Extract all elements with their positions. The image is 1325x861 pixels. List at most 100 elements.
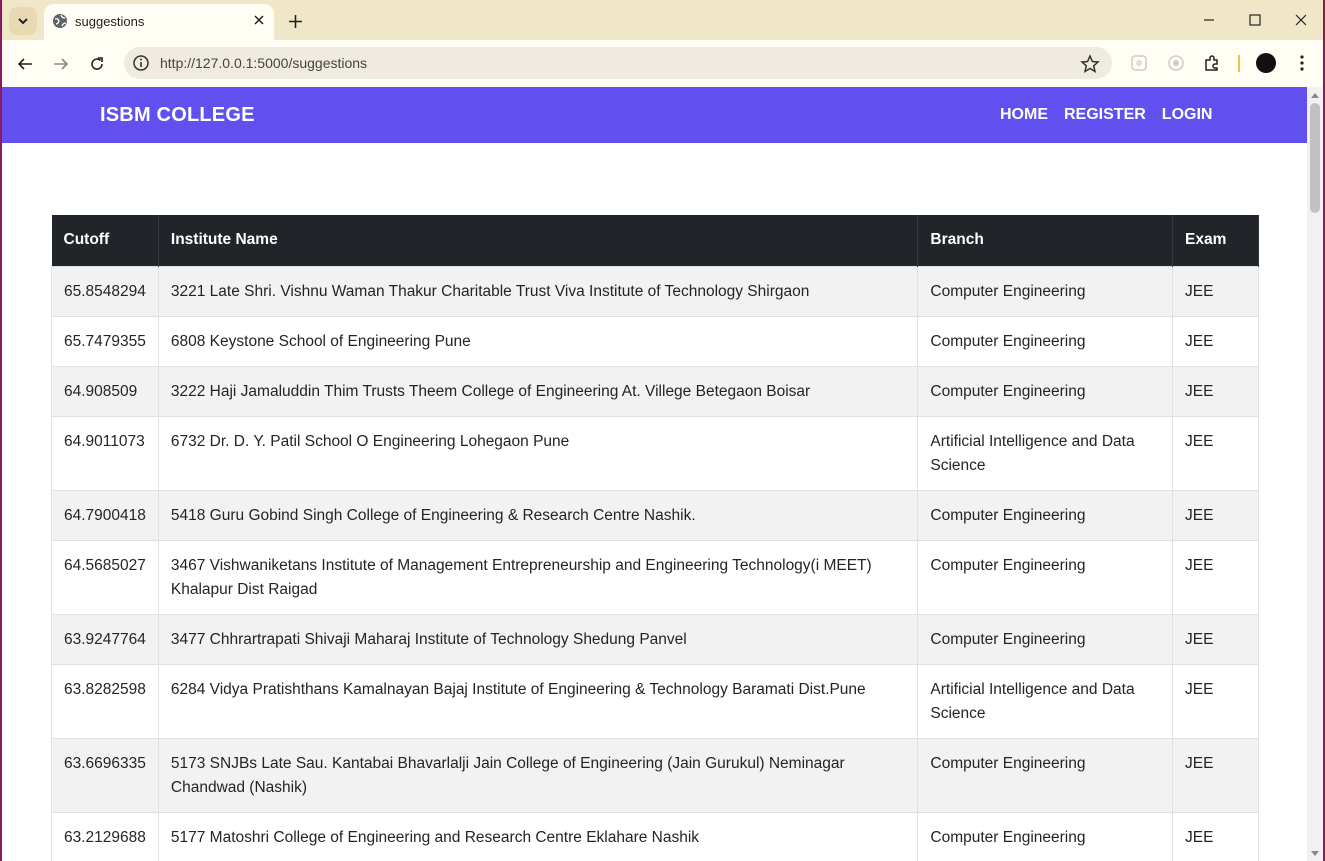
branch-cell: Computer Engineering <box>917 489 1174 541</box>
cutoff-cell: 64.9011073 <box>51 415 159 491</box>
browser-tab[interactable]: suggestions <box>44 4 274 40</box>
toolbar-separator <box>1238 55 1240 72</box>
exam-cell: JEE <box>1172 539 1259 615</box>
close-icon <box>254 15 264 25</box>
table-row: 63.2129688 5177 Matoshri College of Engi… <box>51 811 1259 861</box>
url-text[interactable]: http://127.0.0.1:5000/suggestions <box>160 55 367 71</box>
minimize-button[interactable] <box>1197 8 1221 32</box>
extensions-button[interactable] <box>1201 52 1223 74</box>
institute-cell: 3221 Late Shri. Vishnu Waman Thakur Char… <box>157 265 919 317</box>
caret-down-icon <box>1311 850 1319 856</box>
extension-icon <box>1168 55 1184 71</box>
column-header-cutoff: Cutoff <box>51 215 159 266</box>
institute-cell: 6732 Dr. D. Y. Patil School O Engineerin… <box>157 415 919 491</box>
puzzle-icon <box>1205 55 1218 71</box>
cutoff-cell: 63.2129688 <box>51 811 159 861</box>
branch-cell: Computer Engineering <box>917 315 1174 367</box>
more-vertical-icon <box>1300 55 1304 71</box>
globe-icon <box>53 14 67 28</box>
maximize-button[interactable] <box>1243 8 1267 32</box>
exam-cell: JEE <box>1172 489 1259 541</box>
institute-cell: 5418 Guru Gobind Singh College of Engine… <box>157 489 919 541</box>
cutoff-cell: 65.8548294 <box>51 265 159 317</box>
star-icon[interactable] <box>1079 53 1101 75</box>
branch-cell: Artificial Intelligence and Data Science <box>917 663 1174 739</box>
institute-cell: 6808 Keystone School of Engineering Pune <box>157 315 919 367</box>
cutoff-cell: 63.8282598 <box>51 663 159 739</box>
extension-icon <box>1131 55 1147 71</box>
cutoff-cell: 63.9247764 <box>51 613 159 665</box>
reload-icon <box>91 57 103 70</box>
nav-home-link[interactable]: HOME <box>1000 106 1048 124</box>
address-bar[interactable]: http://127.0.0.1:5000/suggestions <box>124 47 1112 79</box>
table-row: 64.908509 3222 Haji Jamaluddin Thim Trus… <box>51 365 1259 417</box>
institute-cell: 3477 Chhrartrapati Shivaji Maharaj Insti… <box>157 613 919 665</box>
cutoff-cell: 65.7479355 <box>51 315 159 367</box>
column-header-institute: Institute Name <box>158 215 919 266</box>
back-button[interactable] <box>11 50 39 78</box>
forward-button[interactable] <box>47 50 75 78</box>
cutoff-cell: 63.6696335 <box>51 737 159 813</box>
table-row: 64.5685027 3467 Vishwaniketans Institute… <box>51 539 1259 615</box>
branch-cell: Computer Engineering <box>917 265 1174 317</box>
cutoff-cell: 64.5685027 <box>51 539 159 615</box>
web-page: ISBM COLLEGE HOME REGISTER LOGIN Cutoff … <box>2 87 1308 861</box>
nav-login-link[interactable]: LOGIN <box>1162 106 1213 124</box>
table-row: 64.9011073 6732 Dr. D. Y. Patil School O… <box>51 415 1259 491</box>
table-row: 63.8282598 6284 Vidya Pratishthans Kamal… <box>51 663 1259 739</box>
browser-toolbar: http://127.0.0.1:5000/suggestions <box>0 40 1325 87</box>
extension-icon-2[interactable] <box>1165 52 1187 74</box>
exam-cell: JEE <box>1172 811 1259 861</box>
institute-cell: 5173 SNJBs Late Sau. Kantabai Bhavarlalj… <box>157 737 919 813</box>
table-row: 65.7479355 6808 Keystone School of Engin… <box>51 315 1259 367</box>
reload-button[interactable] <box>83 50 111 78</box>
close-icon <box>1295 14 1307 26</box>
profile-avatar[interactable] <box>1256 53 1276 73</box>
plus-icon <box>288 14 302 28</box>
window-frame-left <box>0 0 2 861</box>
tab-close-button[interactable] <box>249 10 269 30</box>
institute-cell: 5177 Matoshri College of Engineering and… <box>157 811 919 861</box>
table-header-row: Cutoff Institute Name Branch Exam <box>51 215 1259 266</box>
info-icon[interactable] <box>132 54 150 72</box>
minimize-icon <box>1204 19 1214 21</box>
caret-up-icon <box>1311 92 1319 98</box>
nav-links: HOME REGISTER LOGIN <box>1000 106 1212 124</box>
branch-cell: Computer Engineering <box>917 539 1174 615</box>
exam-cell: JEE <box>1172 737 1259 813</box>
menu-button[interactable] <box>1291 52 1313 74</box>
page-scrollbar[interactable] <box>1307 87 1323 861</box>
window-close-button[interactable] <box>1289 8 1313 32</box>
scroll-up-button[interactable] <box>1307 89 1323 101</box>
scrollbar-thumb[interactable] <box>1310 103 1320 213</box>
exam-cell: JEE <box>1172 315 1259 367</box>
table-row: 65.8548294 3221 Late Shri. Vishnu Waman … <box>51 265 1259 317</box>
scroll-down-button[interactable] <box>1307 847 1323 859</box>
table-row: 64.7900418 5418 Guru Gobind Singh Colleg… <box>51 489 1259 541</box>
exam-cell: JEE <box>1172 663 1259 739</box>
tab-title: suggestions <box>75 14 145 29</box>
branch-cell: Computer Engineering <box>917 737 1174 813</box>
extension-icon-1[interactable] <box>1128 52 1150 74</box>
exam-cell: JEE <box>1172 265 1259 317</box>
exam-cell: JEE <box>1172 613 1259 665</box>
new-tab-button[interactable] <box>283 9 307 33</box>
site-navbar: ISBM COLLEGE HOME REGISTER LOGIN <box>2 87 1308 143</box>
table-row: 63.9247764 3477 Chhrartrapati Shivaji Ma… <box>51 613 1259 665</box>
suggestions-table: Cutoff Institute Name Branch Exam 65.854… <box>51 215 1259 861</box>
arrow-left-icon <box>17 58 32 70</box>
column-header-exam: Exam <box>1172 215 1259 266</box>
exam-cell: JEE <box>1172 365 1259 417</box>
table-row: 63.6696335 5173 SNJBs Late Sau. Kantabai… <box>51 737 1259 813</box>
branch-cell: Artificial Intelligence and Data Science <box>917 415 1174 491</box>
cutoff-cell: 64.908509 <box>51 365 159 417</box>
tab-search-button[interactable] <box>9 7 37 35</box>
institute-cell: 3467 Vishwaniketans Institute of Managem… <box>157 539 919 615</box>
arrow-right-icon <box>54 58 69 70</box>
institute-cell: 6284 Vidya Pratishthans Kamalnayan Bajaj… <box>157 663 919 739</box>
site-brand[interactable]: ISBM COLLEGE <box>100 104 255 127</box>
cutoff-cell: 64.7900418 <box>51 489 159 541</box>
nav-register-link[interactable]: REGISTER <box>1064 106 1146 124</box>
column-header-branch: Branch <box>917 215 1174 266</box>
tab-strip: suggestions <box>0 0 1325 40</box>
